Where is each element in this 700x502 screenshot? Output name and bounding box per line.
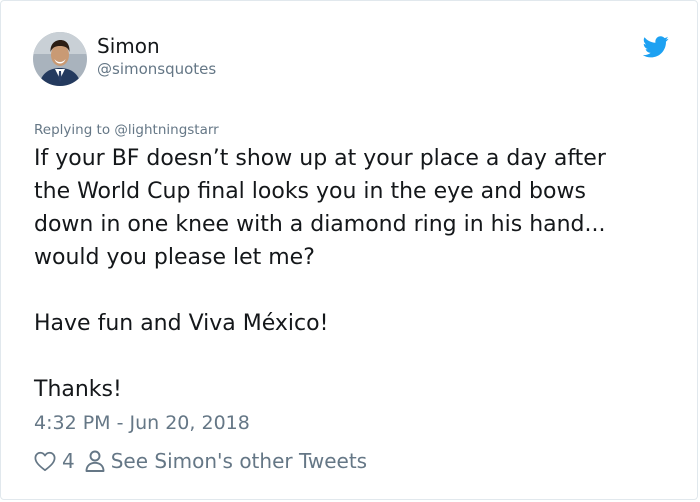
tweet-line: would you please let me? bbox=[34, 245, 315, 270]
tweet-line: Have fun and Viva México! bbox=[34, 311, 329, 336]
twitter-bird-icon-glyph bbox=[642, 36, 669, 58]
tweet-line-break bbox=[34, 340, 684, 373]
tweet-actions: 4 See Simon's other Tweets bbox=[34, 447, 367, 475]
like-count: 4 bbox=[62, 449, 75, 473]
tweet-line: If your BF doesn’t show up at your place… bbox=[34, 146, 606, 171]
replying-to-label: Replying to bbox=[34, 122, 111, 138]
avatar[interactable] bbox=[33, 32, 87, 86]
see-other-tweets-link[interactable]: See Simon's other Tweets bbox=[85, 449, 367, 473]
person-icon bbox=[85, 450, 105, 472]
tweet-line: the World Cup final looks you in the eye… bbox=[34, 179, 586, 204]
tweet-line: down in one knee with a diamond ring in … bbox=[34, 212, 606, 237]
replying-to: Replying to @lightningstarr bbox=[34, 121, 219, 139]
user-handle[interactable]: @simonsquotes bbox=[97, 59, 216, 79]
like-button[interactable]: 4 bbox=[34, 449, 75, 473]
see-other-tweets-label: See Simon's other Tweets bbox=[110, 449, 368, 473]
tweet-timestamp[interactable]: 4:32 PM - Jun 20, 2018 bbox=[34, 411, 250, 435]
heart-icon bbox=[34, 451, 56, 471]
tweet-line-break bbox=[34, 274, 684, 307]
user-name[interactable]: Simon bbox=[97, 34, 160, 58]
replying-to-handle-link[interactable]: @lightningstarr bbox=[114, 122, 218, 138]
twitter-bird-icon[interactable] bbox=[642, 36, 669, 58]
tweet-card: Simon @simonsquotes Replying to @lightni… bbox=[0, 0, 698, 500]
tweet-text: If your BF doesn’t show up at your place… bbox=[34, 142, 684, 406]
avatar-photo bbox=[33, 32, 87, 86]
tweet-line: Thanks! bbox=[34, 377, 122, 402]
